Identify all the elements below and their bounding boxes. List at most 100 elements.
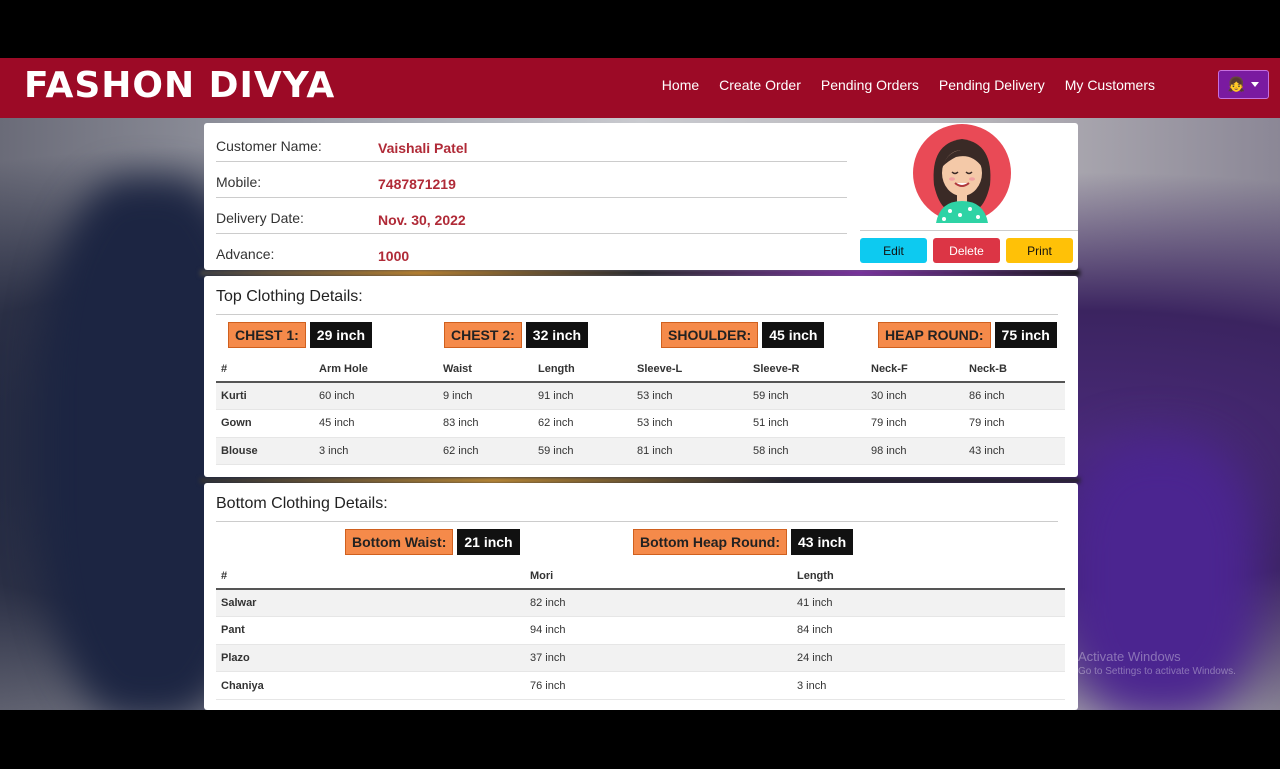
girl-emoji-icon: 👧 — [1227, 76, 1246, 92]
table-cell: 3 inch — [314, 437, 438, 466]
table-cell: 98 inch — [866, 437, 964, 466]
bottom-clothing-card: Bottom Clothing Details: Bottom Waist: 2… — [204, 483, 1078, 710]
caret-down-icon — [1251, 82, 1260, 87]
chest2-measure: CHEST 2: 32 inch — [444, 322, 589, 348]
nav-pending-delivery[interactable]: Pending Delivery — [939, 77, 1045, 93]
table-cell: 81 inch — [632, 437, 748, 466]
row-label: Pant — [216, 616, 525, 645]
table-row: Pant 94 inch 84 inch — [216, 616, 1065, 645]
top-clothing-title: Top Clothing Details: — [216, 288, 363, 305]
table-cell: 79 inch — [866, 409, 964, 438]
edit-button[interactable]: Edit — [860, 238, 927, 263]
col-header: Neck-B — [964, 356, 1065, 383]
table-cell: 53 inch — [632, 382, 748, 411]
shoulder-label: SHOULDER: — [661, 322, 759, 348]
navbar: FASHON DIVYA Home Create Order Pending O… — [0, 58, 1280, 118]
col-header: Neck-F — [866, 356, 964, 383]
table-cell: 82 inch — [525, 589, 792, 618]
nav-create-order[interactable]: Create Order — [719, 77, 801, 93]
delivery-date-row: Delivery Date: Nov. 30, 2022 — [216, 198, 847, 234]
delete-button[interactable]: Delete — [933, 238, 1000, 263]
col-header: Length — [792, 563, 1065, 590]
shoulder-value: 45 inch — [762, 322, 825, 348]
col-header: # — [216, 563, 525, 590]
print-button[interactable]: Print — [1006, 238, 1073, 263]
table-row: Gown 45 inch 83 inch 62 inch 53 inch 51 … — [216, 409, 1065, 438]
avatar — [912, 123, 1012, 223]
table-cell: 60 inch — [314, 382, 438, 411]
table-row: Salwar 82 inch 41 inch — [216, 589, 1065, 618]
row-label: Blouse — [216, 437, 314, 466]
top-clothing-table: # Arm Hole Waist Length Sleeve-L Sleeve-… — [216, 356, 1065, 466]
table-cell: 91 inch — [533, 382, 632, 411]
table-cell: 45 inch — [314, 409, 438, 438]
row-label: Kurti — [216, 382, 314, 411]
col-header: Sleeve-R — [748, 356, 866, 383]
chest1-measure: CHEST 1: 29 inch — [228, 322, 373, 348]
col-header: Waist — [438, 356, 533, 383]
bottom-waist-value: 21 inch — [457, 529, 520, 555]
user-menu-button[interactable]: 👧 — [1218, 70, 1269, 99]
table-cell: 59 inch — [533, 437, 632, 466]
heap-round-label: HEAP ROUND: — [878, 322, 991, 348]
table-cell: 24 inch — [792, 644, 1065, 673]
mobile-label: Mobile: — [216, 174, 262, 190]
table-cell: 86 inch — [964, 382, 1065, 411]
advance-value: 1000 — [378, 248, 410, 264]
top-clothing-card: Top Clothing Details: CHEST 1: 29 inch C… — [204, 276, 1078, 477]
letterbox-top — [0, 0, 1280, 58]
bottom-heap-round-measure: Bottom Heap Round: 43 inch — [633, 529, 854, 555]
shoulder-measure: SHOULDER: 45 inch — [661, 322, 825, 348]
table-cell: 76 inch — [525, 671, 792, 700]
chest1-value: 29 inch — [309, 322, 373, 348]
row-label: Gown — [216, 409, 314, 438]
col-header: Length — [533, 356, 632, 383]
table-cell: 30 inch — [866, 382, 964, 411]
table-cell: 59 inch — [748, 382, 866, 411]
nav-pending-orders[interactable]: Pending Orders — [821, 77, 919, 93]
table-cell: 51 inch — [748, 409, 866, 438]
table-cell: 37 inch — [525, 644, 792, 673]
table-cell: 62 inch — [533, 409, 632, 438]
table-cell: 53 inch — [632, 409, 748, 438]
table-row: Plazo 37 inch 24 inch — [216, 644, 1065, 673]
table-row: Chaniya 76 inch 3 inch — [216, 671, 1065, 700]
bottom-waist-label: Bottom Waist: — [345, 529, 454, 555]
table-cell: 3 inch — [792, 671, 1065, 700]
customer-name-value: Vaishali Patel — [378, 140, 468, 156]
table-cell: 94 inch — [525, 616, 792, 645]
table-row: Kurti 60 inch 9 inch 91 inch 53 inch 59 … — [216, 382, 1065, 411]
table-cell: 79 inch — [964, 409, 1065, 438]
nav-my-customers[interactable]: My Customers — [1065, 77, 1155, 93]
bottom-clothing-table: # Mori Length Salwar 82 inch 41 inch Pan… — [216, 563, 1065, 700]
table-cell: 62 inch — [438, 437, 533, 466]
row-label: Salwar — [216, 589, 525, 618]
delivery-date-value: Nov. 30, 2022 — [378, 212, 466, 228]
col-header: # — [216, 356, 314, 383]
bottom-heap-round-value: 43 inch — [790, 529, 854, 555]
table-cell: 9 inch — [438, 382, 533, 411]
watermark-line1: Activate Windows — [1078, 649, 1181, 664]
watermark-line2: Go to Settings to activate Windows. — [1078, 666, 1236, 677]
table-cell: 84 inch — [792, 616, 1065, 645]
col-header: Arm Hole — [314, 356, 438, 383]
table-header-row: # Mori Length — [216, 563, 1065, 590]
nav-home[interactable]: Home — [662, 77, 699, 93]
table-row: Blouse 3 inch 62 inch 59 inch 81 inch 58… — [216, 437, 1065, 466]
brand-logo[interactable]: FASHON DIVYA — [24, 65, 335, 106]
chest2-label: CHEST 2: — [444, 322, 522, 348]
letterbox-bottom — [0, 710, 1280, 769]
customer-name-row: Customer Name: Vaishali Patel — [216, 126, 847, 162]
heap-round-measure: HEAP ROUND: 75 inch — [878, 322, 1057, 348]
col-header: Sleeve-L — [632, 356, 748, 383]
windows-activation-watermark: Activate Windows Go to Settings to activ… — [1078, 649, 1236, 677]
avatar-illustration — [913, 124, 1011, 223]
mobile-row: Mobile: 7487871219 — [216, 162, 847, 198]
delivery-date-label: Delivery Date: — [216, 210, 304, 226]
row-label: Plazo — [216, 644, 525, 673]
heap-round-value: 75 inch — [994, 322, 1057, 348]
bottom-clothing-title: Bottom Clothing Details: — [216, 495, 388, 512]
advance-label: Advance: — [216, 246, 275, 262]
row-label: Chaniya — [216, 671, 525, 700]
advance-row: Advance: 1000 — [216, 234, 847, 270]
